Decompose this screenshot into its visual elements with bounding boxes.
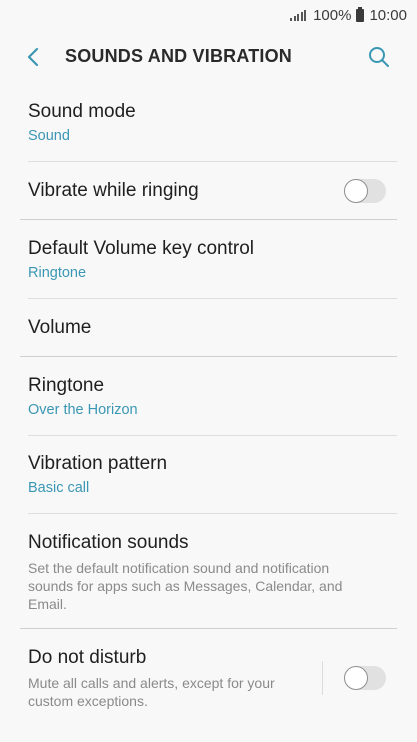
vibration-pattern-item[interactable]: Vibration pattern Basic call bbox=[0, 436, 417, 514]
ringtone-value: Over the Horizon bbox=[28, 401, 138, 418]
notification-sounds-description: Set the default notification sound and n… bbox=[28, 559, 343, 612]
settings-list: Sound mode Sound Vibrate while ringing D… bbox=[0, 84, 417, 727]
do-not-disturb-description: Mute all calls and alerts, except for yo… bbox=[28, 675, 275, 709]
search-button[interactable] bbox=[363, 41, 395, 73]
vibrate-while-ringing-title: Vibrate while ringing bbox=[28, 180, 199, 201]
toggle-knob bbox=[344, 666, 368, 690]
app-bar: SOUNDS AND VIBRATION bbox=[0, 30, 417, 84]
volume-item[interactable]: Volume bbox=[0, 299, 417, 357]
vibration-pattern-value: Basic call bbox=[28, 480, 90, 496]
signal-icon bbox=[290, 9, 307, 21]
do-not-disturb-item[interactable]: Do not disturb Mute all calls and alerts… bbox=[0, 629, 417, 727]
toggle-knob bbox=[344, 179, 368, 203]
back-button[interactable] bbox=[18, 42, 48, 72]
do-not-disturb-title: Do not disturb bbox=[28, 647, 147, 668]
default-volume-key-item[interactable]: Default Volume key control Ringtone bbox=[0, 220, 417, 299]
default-volume-key-value: Ringtone bbox=[28, 264, 87, 281]
ringtone-item[interactable]: Ringtone Over the Horizon bbox=[0, 357, 417, 436]
back-chevron-icon bbox=[27, 47, 39, 67]
sound-mode-title: Sound mode bbox=[28, 101, 136, 122]
vibrate-while-ringing-toggle[interactable] bbox=[344, 179, 386, 203]
ringtone-title: Ringtone bbox=[28, 374, 105, 396]
status-bar: 100% 10:00 bbox=[0, 0, 417, 30]
battery-percent: 100% bbox=[313, 6, 352, 24]
sound-mode-item[interactable]: Sound mode Sound bbox=[0, 84, 417, 162]
toggle-separator bbox=[322, 661, 323, 695]
search-icon bbox=[369, 47, 389, 67]
vibrate-while-ringing-item[interactable]: Vibrate while ringing bbox=[0, 162, 417, 220]
notification-sounds-title: Notification sounds bbox=[28, 531, 189, 553]
default-volume-key-title: Default Volume key control bbox=[28, 237, 255, 259]
page-title: SOUNDS AND VIBRATION bbox=[65, 46, 293, 66]
volume-title: Volume bbox=[28, 317, 92, 338]
do-not-disturb-toggle[interactable] bbox=[344, 666, 386, 690]
sound-mode-value: Sound bbox=[28, 128, 70, 144]
notification-sounds-item[interactable]: Notification sounds Set the default noti… bbox=[0, 514, 417, 629]
battery-icon bbox=[356, 6, 365, 22]
vibration-pattern-title: Vibration pattern bbox=[28, 453, 168, 474]
clock: 10:00 bbox=[369, 6, 407, 24]
